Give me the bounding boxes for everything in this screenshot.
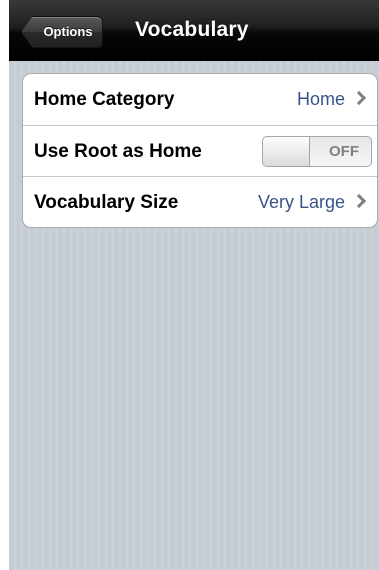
back-button-label: Options xyxy=(43,24,93,39)
chevron-right-icon xyxy=(351,90,367,106)
use-root-as-home-toggle[interactable]: OFF xyxy=(262,136,372,167)
page-title: Vocabulary xyxy=(135,18,249,41)
toggle-state-label: OFF xyxy=(329,143,359,160)
vocabulary-size-row[interactable]: Vocabulary Size Very Large xyxy=(23,176,377,227)
home-category-value: Home xyxy=(296,89,345,109)
use-root-as-home-row: Use Root as Home OFF xyxy=(23,125,377,176)
navigation-bar: Options Vocabulary xyxy=(9,0,379,61)
chevron-right-icon xyxy=(351,193,367,209)
toggle-thumb[interactable] xyxy=(263,137,310,166)
vocabulary-size-label: Vocabulary Size xyxy=(34,192,179,213)
settings-group: Home Category Home Use Root as Home OFF … xyxy=(22,73,378,228)
home-category-label: Home Category xyxy=(34,89,175,110)
home-category-row[interactable]: Home Category Home xyxy=(23,74,377,125)
use-root-as-home-label: Use Root as Home xyxy=(34,141,202,162)
options-back-button[interactable]: Options xyxy=(21,16,103,48)
vocabulary-size-value: Very Large xyxy=(257,192,345,212)
screen: Options Vocabulary Home Category Home Us… xyxy=(9,0,379,570)
